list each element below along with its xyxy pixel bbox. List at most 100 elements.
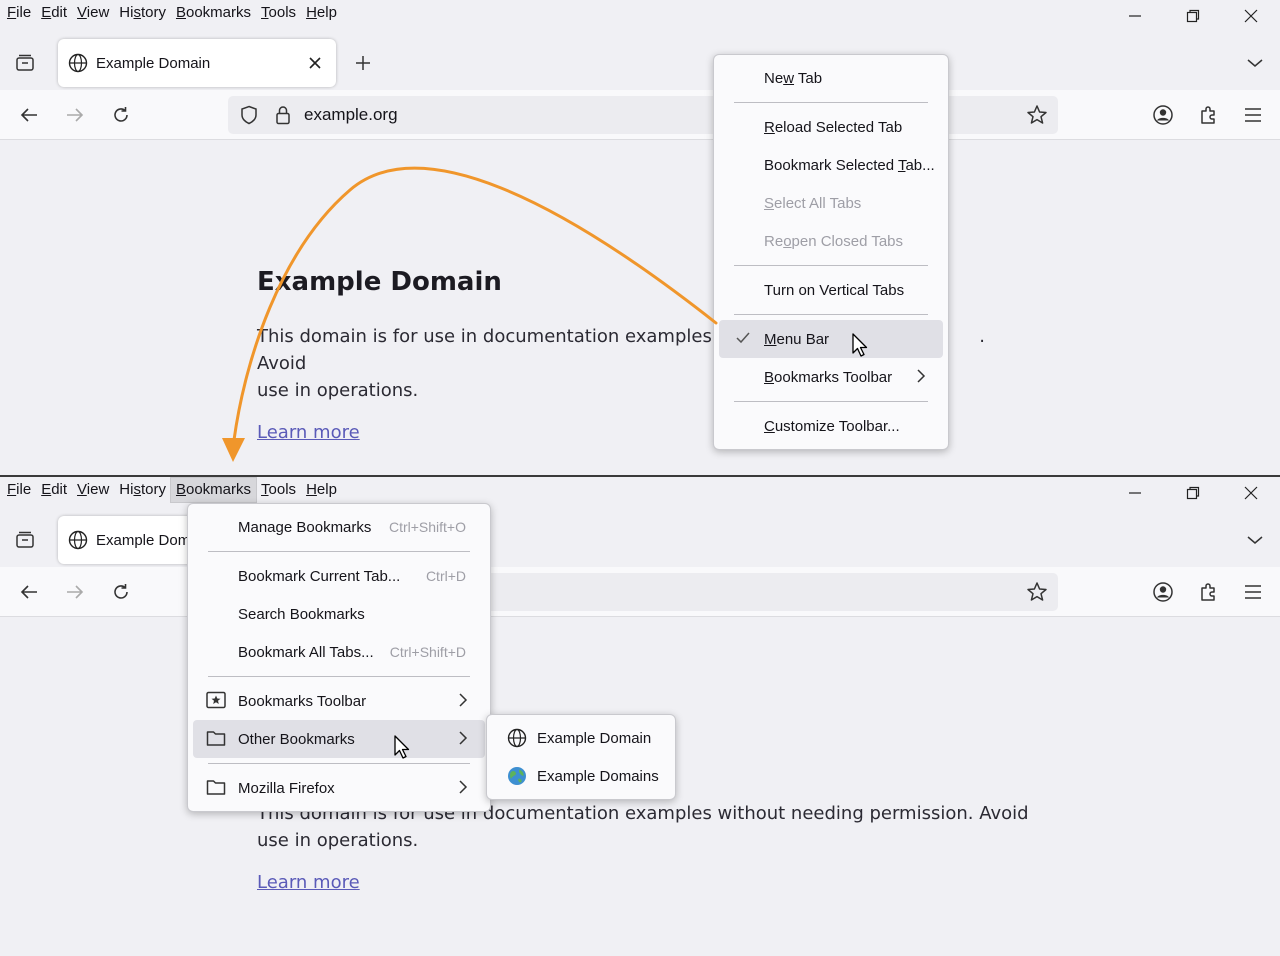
tab-close-button[interactable] xyxy=(304,52,326,74)
learn-more-link[interactable]: Learn more xyxy=(257,872,360,893)
menu-bookmarks[interactable]: Bookmarks xyxy=(171,1,256,25)
menu-file[interactable]: File xyxy=(2,1,36,25)
forward-button[interactable] xyxy=(58,98,92,132)
forward-arrow-icon xyxy=(67,585,84,599)
minimize-button[interactable] xyxy=(1106,480,1164,506)
account-button[interactable] xyxy=(1146,575,1180,609)
restore-icon xyxy=(1186,9,1200,23)
tab-example-domain[interactable]: Example Domain xyxy=(58,39,336,87)
app-menu-button[interactable] xyxy=(1236,575,1270,609)
menu-item-manage-bookmarks[interactable]: Manage Bookmarks Ctrl+Shift+O xyxy=(188,508,490,546)
folder-icon xyxy=(206,778,226,800)
menu-separator xyxy=(734,401,928,402)
minimize-button[interactable] xyxy=(1106,3,1164,29)
menu-item-bookmark-all-tabs[interactable]: Bookmark All Tabs... Ctrl+Shift+D xyxy=(188,633,490,671)
star-icon xyxy=(1027,582,1047,601)
menu-history[interactable]: History xyxy=(114,1,171,25)
close-window-button[interactable] xyxy=(1222,3,1280,29)
menu-tools[interactable]: Tools xyxy=(256,478,301,502)
bookmark-item-example-domains[interactable]: Example Domains xyxy=(487,757,675,795)
toolbar-context-menu: New Tab Reload Selected Tab Bookmark Sel… xyxy=(713,54,949,450)
tracking-protection-shield-icon[interactable] xyxy=(236,105,262,125)
menu-view[interactable]: View xyxy=(72,478,114,502)
reload-button[interactable] xyxy=(104,575,138,609)
firefox-view-icon xyxy=(16,531,34,548)
folder-icon xyxy=(206,729,226,751)
page-content: Example Domain This domain is for use in… xyxy=(0,141,1280,476)
navigation-toolbar: example.org xyxy=(0,90,1280,140)
menu-help[interactable]: Help xyxy=(301,1,342,25)
close-icon xyxy=(1244,9,1258,23)
url-text: example.org xyxy=(304,105,398,124)
menu-separator xyxy=(208,763,470,764)
menu-item-bookmarks-toolbar[interactable]: Bookmarks Toolbar xyxy=(714,358,948,396)
forward-arrow-icon xyxy=(67,108,84,122)
menu-item-other-bookmarks[interactable]: Other Bookmarks xyxy=(193,720,485,758)
window-controls xyxy=(1106,480,1280,506)
menu-item-customize-toolbar[interactable]: Customize Toolbar... xyxy=(714,407,948,445)
menu-item-turn-on-vertical-tabs[interactable]: Turn on Vertical Tabs xyxy=(714,271,948,309)
firefox-view-button[interactable] xyxy=(8,46,42,80)
lock-icon[interactable] xyxy=(270,105,296,125)
menu-view[interactable]: View xyxy=(72,1,114,25)
screenshot-top: File Edit View History Bookmarks Tools H… xyxy=(0,0,1280,476)
reload-icon xyxy=(114,584,128,599)
back-button[interactable] xyxy=(12,98,46,132)
minimize-icon xyxy=(1129,492,1141,494)
new-tab-button[interactable] xyxy=(346,46,380,80)
chevron-right-icon xyxy=(917,369,926,387)
menu-separator xyxy=(208,551,470,552)
back-arrow-icon xyxy=(20,108,37,122)
globe-icon xyxy=(68,53,88,73)
list-all-tabs-button[interactable] xyxy=(1238,46,1272,80)
menu-file[interactable]: File xyxy=(2,478,36,502)
menu-item-menu-bar[interactable]: Menu Bar xyxy=(719,320,943,358)
menu-edit[interactable]: Edit xyxy=(36,1,72,25)
list-all-tabs-button[interactable] xyxy=(1238,523,1272,557)
extensions-button[interactable] xyxy=(1192,98,1226,132)
menu-item-bookmark-current-tab[interactable]: Bookmark Current Tab... Ctrl+D xyxy=(188,557,490,595)
menu-edit[interactable]: Edit xyxy=(36,478,72,502)
bookmark-item-example-domain[interactable]: Example Domain xyxy=(487,719,675,757)
document-body: This domain is for use in documentation … xyxy=(257,800,1037,893)
extensions-button[interactable] xyxy=(1192,575,1226,609)
tab-strip: Example Domain xyxy=(0,34,1280,90)
reload-button[interactable] xyxy=(104,98,138,132)
menu-item-mozilla-firefox[interactable]: Mozilla Firefox xyxy=(188,769,490,807)
bookmark-star-button[interactable] xyxy=(1026,104,1048,131)
restore-button[interactable] xyxy=(1164,3,1222,29)
firefox-view-button[interactable] xyxy=(8,523,42,557)
account-icon xyxy=(1153,582,1173,602)
close-window-button[interactable] xyxy=(1222,480,1280,506)
menu-item-reload-selected-tab[interactable]: Reload Selected Tab xyxy=(714,108,948,146)
close-icon xyxy=(309,57,321,69)
earth-favicon-icon xyxy=(507,766,527,790)
account-button[interactable] xyxy=(1146,98,1180,132)
screenshot-bottom: File Edit View History Bookmarks Tools H… xyxy=(0,477,1280,956)
menu-item-bookmark-selected-tab[interactable]: Bookmark Selected Tab... xyxy=(714,146,948,184)
forward-button[interactable] xyxy=(58,575,92,609)
menu-item-new-tab[interactable]: New Tab xyxy=(714,59,948,97)
back-button[interactable] xyxy=(12,575,46,609)
menu-bar: File Edit View History Bookmarks Tools H… xyxy=(0,0,1280,26)
plus-icon xyxy=(356,56,370,70)
menu-help[interactable]: Help xyxy=(301,478,342,502)
learn-more-link[interactable]: Learn more xyxy=(257,422,360,443)
menu-bookmarks[interactable]: Bookmarks xyxy=(169,477,258,503)
menu-item-select-all-tabs: Select All Tabs xyxy=(764,194,862,212)
menu-tools[interactable]: Tools xyxy=(256,1,301,25)
close-icon xyxy=(1244,486,1258,500)
bookmarks-menu: Manage Bookmarks Ctrl+Shift+O Bookmark Cu… xyxy=(187,503,491,812)
menu-item-search-bookmarks[interactable]: Search Bookmarks xyxy=(188,595,490,633)
menu-item-reopen-closed-tabs: Reopen Closed Tabs xyxy=(764,232,903,250)
menu-item-bookmarks-toolbar[interactable]: Bookmarks Toolbar xyxy=(188,682,490,720)
mouse-cursor-icon xyxy=(852,333,868,357)
restore-button[interactable] xyxy=(1164,480,1222,506)
globe-icon xyxy=(68,530,88,550)
chevron-down-icon xyxy=(1247,536,1263,544)
menu-history[interactable]: History xyxy=(114,478,171,502)
app-menu-button[interactable] xyxy=(1236,98,1270,132)
back-arrow-icon xyxy=(20,585,37,599)
bookmark-star-button[interactable] xyxy=(1026,581,1048,608)
reload-icon xyxy=(114,107,128,122)
